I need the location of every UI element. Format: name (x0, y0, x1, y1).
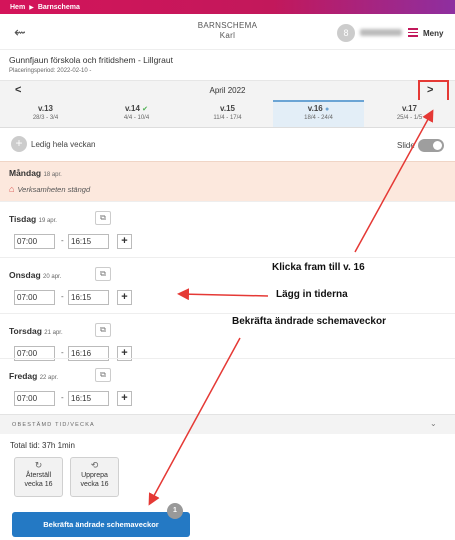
week-range: 28/3 - 3/4 (32, 115, 59, 121)
page-title-text: BARNSCHEMA (197, 21, 258, 30)
menu-button[interactable]: Meny (423, 29, 443, 38)
time-separator: - (61, 236, 64, 245)
day-title: Onsdag 20 apr. (9, 270, 61, 280)
breadcrumb: Hem ▶ Barnschema (0, 0, 455, 14)
day-row-monday: Måndag 18 apr. ⌂ Verksamheten stängd (0, 161, 455, 201)
app-header: ⇜ BARNSCHEMA Karl 8 Meny (0, 14, 455, 50)
day-date: 18 apr. (43, 172, 62, 178)
reset-week-button[interactable]: ↻ Återställ vecka 16 (14, 457, 63, 497)
day-name: Måndag (9, 168, 42, 178)
week-tab[interactable]: v.13 28/3 - 3/4 (0, 100, 91, 127)
day-name: Tisdag (9, 214, 37, 224)
week-range: 4/4 - 10/4 (123, 115, 150, 121)
avatar[interactable]: 8 (337, 24, 355, 42)
week-label: v.17 (402, 104, 417, 113)
time-to-input[interactable]: 16:15 (68, 290, 109, 305)
day-title: Måndag 18 apr. (9, 168, 62, 178)
time-to-input[interactable]: 16:15 (68, 391, 109, 406)
breadcrumb-current: Barnschema (37, 3, 80, 11)
day-row-friday: Fredag 22 apr. ⧉ 07:00 - 16:15 + (0, 358, 455, 414)
week-tab-active[interactable]: v.16 ● 18/4 - 24/4 (273, 100, 364, 127)
add-time-button[interactable]: + (117, 290, 132, 305)
reset-icon: ↻ (34, 460, 43, 470)
day-title: Torsdag 21 apr. (9, 326, 63, 336)
chevron-down-icon: ⌄ (430, 419, 437, 428)
user-name-redacted (360, 29, 402, 36)
chevron-right-icon: ▶ (29, 4, 34, 11)
reset-label-line1: Återställ (25, 472, 52, 479)
week-range: 25/4 - 1/5 (396, 115, 423, 121)
week-range: 11/4 - 17/4 (213, 115, 242, 121)
time-separator: - (61, 292, 64, 301)
confirm-schedule-button[interactable]: Bekräfta ändrade schemaveckor (12, 512, 190, 537)
week-label: v.15 (220, 104, 235, 113)
free-week-label: Ledig hela veckan (31, 139, 96, 149)
repeat-week-button[interactable]: ⟲ Upprepa vecka 16 (70, 457, 119, 497)
week-label: v.13 (38, 104, 53, 113)
add-time-button[interactable]: + (117, 391, 132, 406)
week-tabs: v.13 28/3 - 3/4 v.14 ✔ 4/4 - 10/4 v.15 1… (0, 100, 455, 128)
unspecified-time-section[interactable]: OBESTÄMD TID/VECKA ⌄ (0, 414, 455, 434)
annotation-step2: Lägg in tiderna (276, 289, 348, 300)
copy-icon[interactable]: ⧉ (95, 368, 111, 382)
closed-text: Verksamheten stängd (17, 184, 91, 194)
time-from-input[interactable]: 07:00 (14, 391, 55, 406)
annotation-step3: Bekräfta ändrade schemaveckor (232, 316, 386, 327)
week-label: v.14 (124, 104, 140, 113)
school-name: Gunnfjaun förskola och fritidshem - Lill… (9, 55, 173, 65)
day-date: 19 apr. (38, 218, 57, 224)
day-date: 21 apr. (44, 330, 63, 336)
closed-notice: ⌂ Verksamheten stängd (9, 184, 90, 194)
slide-label: Slide (397, 141, 415, 150)
breadcrumb-home-link[interactable]: Hem (10, 4, 25, 11)
hamburger-menu-icon[interactable] (408, 28, 418, 39)
plus-circle-icon: + (11, 136, 27, 152)
day-row-tuesday: Tisdag 19 apr. ⧉ 07:00 - 16:15 + (0, 201, 455, 257)
repeat-label-line1: Upprepa (81, 472, 108, 479)
repeat-icon: ⟲ (90, 460, 99, 470)
day-date: 20 apr. (43, 274, 62, 280)
day-title: Tisdag 19 apr. (9, 214, 57, 224)
time-from-input[interactable]: 07:00 (14, 234, 55, 249)
slide-toggle[interactable] (418, 139, 444, 152)
copy-icon[interactable]: ⧉ (95, 211, 111, 225)
annotation-step1: Klicka fram till v. 16 (272, 262, 365, 273)
time-from-input[interactable]: 07:00 (14, 290, 55, 305)
month-label: April 2022 (209, 86, 246, 95)
time-separator: - (61, 393, 64, 402)
week-tab[interactable]: v.15 11/4 - 17/4 (182, 100, 273, 127)
month-navigator: < April 2022 > (0, 80, 455, 100)
pending-count-badge: 1 (167, 503, 183, 519)
total-time: Total tid: 37h 1min (10, 441, 75, 450)
day-name: Torsdag (9, 326, 42, 336)
time-to-input[interactable]: 16:15 (68, 234, 109, 249)
free-week-button[interactable]: + Ledig hela veckan (11, 136, 96, 152)
copy-icon[interactable]: ⧉ (95, 323, 111, 337)
copy-icon[interactable]: ⧉ (95, 267, 111, 281)
dot-icon: ● (324, 106, 330, 113)
day-row-wednesday: Onsdag 20 apr. ⧉ 07:00 - 16:15 + (0, 257, 455, 313)
day-date: 22 apr. (39, 375, 59, 381)
add-time-button[interactable]: + (117, 234, 132, 249)
week-range: 18/4 - 24/4 (304, 115, 333, 121)
reset-label-line2: vecka 16 (24, 481, 53, 488)
repeat-label-line2: vecka 16 (80, 481, 109, 488)
week-label: v.16 (307, 104, 323, 113)
day-name: Fredag (9, 371, 38, 381)
placement-period: Placeringsperiod: 2022-02-10 - (9, 68, 92, 74)
day-title: Fredag 22 apr. (9, 371, 58, 381)
unspecified-label: OBESTÄMD TID/VECKA (12, 422, 95, 428)
home-icon: ⌂ (9, 184, 15, 194)
week-tab[interactable]: v.17 25/4 - 1/5 (364, 100, 455, 127)
day-name: Onsdag (9, 270, 41, 280)
check-circle-icon: ✔ (142, 106, 149, 113)
week-tab[interactable]: v.14 ✔ 4/4 - 10/4 (91, 100, 182, 127)
time-separator: - (61, 348, 64, 357)
